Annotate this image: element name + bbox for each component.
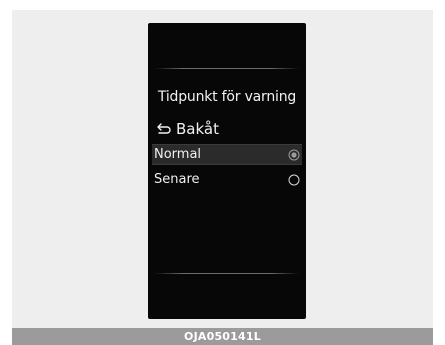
back-button[interactable]: Bakåt	[156, 119, 219, 139]
display-screen: Tidpunkt för varning Bakåt Normal Senare	[148, 23, 306, 319]
image-code-caption: OJA050141L	[12, 328, 433, 345]
option-label: Normal	[154, 147, 202, 162]
back-label: Bakåt	[176, 120, 219, 138]
option-normal[interactable]: Normal	[152, 144, 302, 165]
radio-unselected-icon	[288, 174, 300, 185]
top-divider	[154, 68, 300, 69]
back-arrow-icon	[157, 123, 171, 134]
radio-selected-icon	[288, 149, 300, 160]
bottom-divider	[154, 273, 300, 274]
option-senare[interactable]: Senare	[152, 169, 302, 190]
option-label: Senare	[154, 172, 200, 187]
menu-title: Tidpunkt för varning	[157, 89, 297, 105]
